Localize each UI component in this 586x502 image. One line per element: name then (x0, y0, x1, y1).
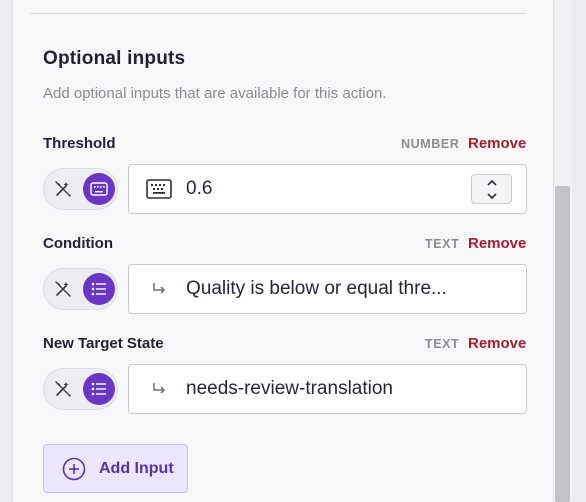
magic-wand-icon[interactable] (54, 380, 72, 398)
list-mode-button[interactable] (83, 373, 115, 405)
return-arrow-icon (145, 278, 173, 300)
condition-remove-link[interactable]: Remove (468, 235, 526, 252)
scrollbar-thumb[interactable] (555, 186, 570, 502)
chevron-down-icon (486, 193, 497, 200)
condition-value: Quality is below or equal thre... (186, 278, 447, 299)
threshold-value: 0.6 (186, 178, 213, 199)
condition-type-tag: TEXT (425, 237, 460, 251)
return-arrow-icon (145, 378, 173, 400)
magic-wand-icon[interactable] (54, 180, 72, 198)
divider (30, 13, 526, 14)
section-title: Optional inputs (43, 48, 186, 69)
add-input-button[interactable]: Add Input (43, 444, 188, 493)
list-icon (91, 382, 106, 396)
new-target-state-type-tag: TEXT (425, 337, 460, 351)
plus-circle-icon (62, 457, 86, 481)
new-target-state-text-input[interactable]: needs-review-translation (128, 364, 527, 414)
new-target-state-label: New Target State (43, 335, 164, 352)
list-mode-button[interactable] (83, 273, 115, 305)
new-target-state-mode-toggle[interactable] (43, 368, 118, 410)
decrement-button[interactable] (472, 189, 511, 203)
add-input-label: Add Input (99, 460, 174, 477)
threshold-number-input[interactable]: 0.6 (128, 164, 527, 214)
chevron-up-icon (486, 179, 497, 186)
threshold-type-tag: NUMBER (401, 137, 460, 151)
increment-button[interactable] (472, 176, 511, 190)
threshold-remove-link[interactable]: Remove (468, 135, 526, 152)
keyboard-icon (145, 178, 173, 200)
list-icon (91, 282, 106, 296)
keyboard-mode-button[interactable] (83, 173, 115, 205)
condition-mode-toggle[interactable] (43, 268, 118, 310)
magic-wand-icon[interactable] (54, 280, 72, 298)
condition-text-input[interactable]: Quality is below or equal thre... (128, 264, 527, 314)
keyboard-icon (90, 182, 108, 196)
new-target-state-value: needs-review-translation (186, 378, 393, 399)
quantity-stepper[interactable] (471, 174, 512, 204)
new-target-state-remove-link[interactable]: Remove (468, 335, 526, 352)
condition-label: Condition (43, 235, 113, 252)
section-description: Add optional inputs that are available f… (43, 85, 387, 102)
threshold-label: Threshold (43, 135, 116, 152)
threshold-mode-toggle[interactable] (43, 168, 118, 210)
